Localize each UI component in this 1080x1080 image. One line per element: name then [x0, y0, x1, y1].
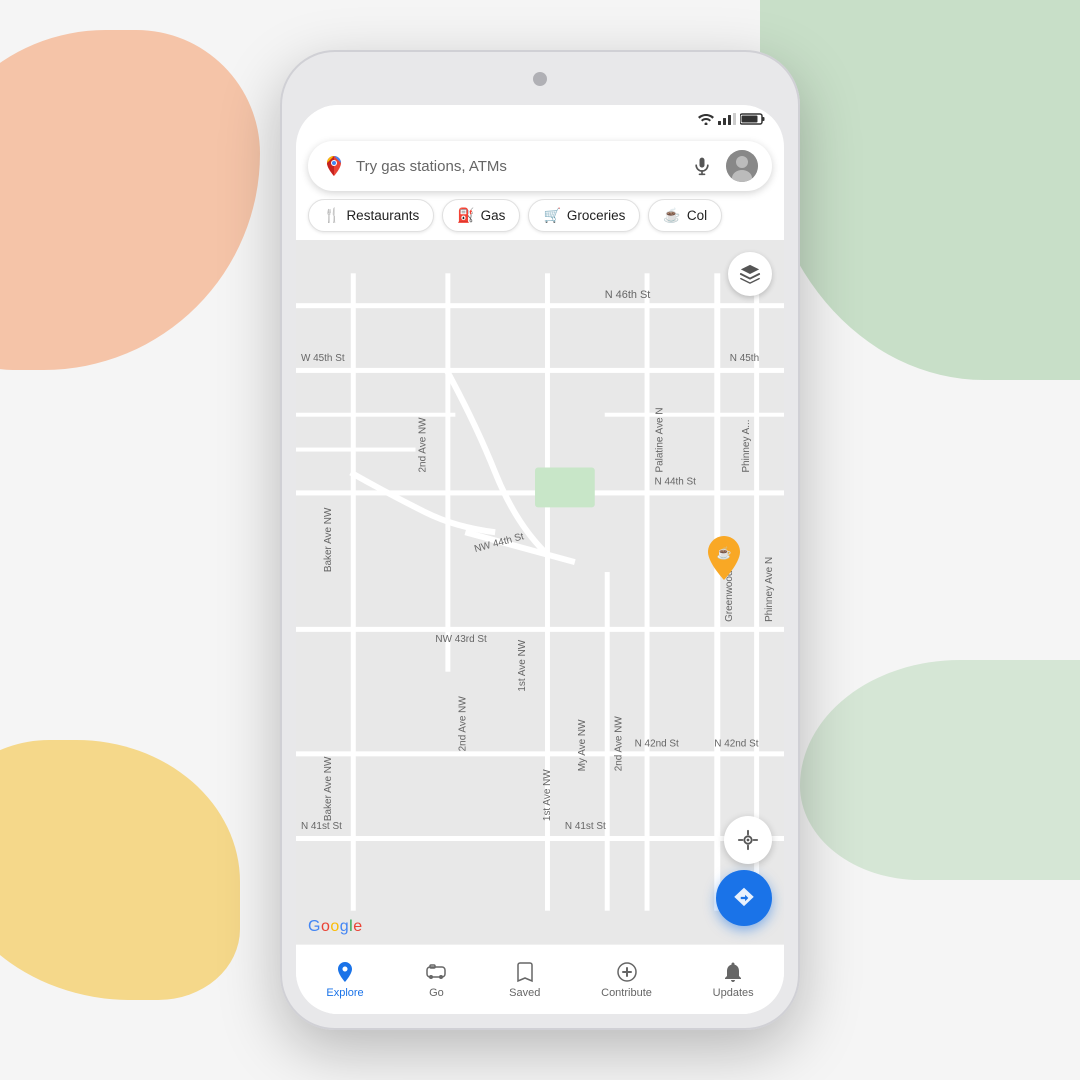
nav-item-updates[interactable]: Updates: [703, 956, 764, 1003]
bg-blob-green-right: [800, 660, 1080, 880]
groceries-icon: 🛒: [543, 207, 560, 224]
coffee-pin[interactable]: ☕: [706, 536, 742, 585]
directions-icon: [731, 885, 757, 911]
chip-groceries[interactable]: 🛒 Groceries: [528, 199, 640, 232]
battery-icon: [740, 113, 766, 125]
svg-text:W 45th St: W 45th St: [301, 353, 345, 364]
layer-switcher-button[interactable]: [728, 252, 772, 296]
go-icon: [424, 960, 448, 984]
chip-gas[interactable]: ⛽ Gas: [442, 199, 520, 232]
gas-icon: ⛽: [457, 207, 474, 224]
mic-icon: [692, 156, 712, 176]
svg-text:NW 43rd St: NW 43rd St: [435, 634, 487, 645]
explore-icon: [333, 960, 357, 984]
bg-blob-yellow: [0, 740, 240, 1000]
user-avatar[interactable]: [726, 150, 758, 182]
phone-frame: Try gas stations, ATMs 🍴: [280, 50, 800, 1030]
go-label: Go: [429, 987, 444, 999]
bg-blob-green-top: [760, 0, 1080, 380]
nav-item-go[interactable]: Go: [414, 956, 458, 1003]
google-maps-logo: [322, 154, 346, 178]
svg-text:1st Ave NW: 1st Ave NW: [517, 639, 528, 691]
microphone-button[interactable]: [688, 152, 716, 180]
explore-label: Explore: [326, 987, 363, 999]
svg-text:2nd Ave NW: 2nd Ave NW: [417, 417, 428, 473]
bottom-nav: Explore Go Saved: [296, 944, 784, 1014]
chip-groceries-label: Groceries: [567, 208, 626, 223]
my-location-button[interactable]: [724, 816, 772, 864]
directions-fab[interactable]: [716, 870, 772, 926]
layers-icon: [739, 263, 761, 285]
wifi-icon: [698, 113, 714, 125]
contribute-label: Contribute: [601, 987, 652, 999]
my-location-icon: [737, 829, 759, 851]
svg-text:N 42nd St: N 42nd St: [635, 738, 679, 749]
restaurants-icon: 🍴: [323, 207, 340, 224]
updates-label: Updates: [713, 987, 754, 999]
search-bar[interactable]: Try gas stations, ATMs: [308, 141, 772, 191]
svg-text:Baker Ave NW: Baker Ave NW: [323, 507, 334, 572]
search-placeholder-text: Try gas stations, ATMs: [356, 158, 678, 175]
category-chips: 🍴 Restaurants ⛽ Gas 🛒 Groceries ☕ Col: [296, 199, 784, 240]
status-bar: [296, 105, 784, 133]
bg-blob-orange: [0, 30, 260, 370]
map-area[interactable]: N 46th St W 45th St N 45th N 44th St NW …: [296, 240, 784, 944]
svg-text:My Ave NW: My Ave NW: [577, 719, 588, 771]
nav-item-saved[interactable]: Saved: [499, 956, 550, 1003]
svg-text:Palatine Ave N: Palatine Ave N: [654, 407, 665, 472]
chip-coffee-label: Col: [687, 208, 707, 223]
svg-text:Phinney A...: Phinney A...: [741, 419, 752, 472]
status-icons: [698, 113, 766, 125]
phone-screen: Try gas stations, ATMs 🍴: [296, 105, 784, 1014]
map-svg: N 46th St W 45th St N 45th N 44th St NW …: [296, 240, 784, 944]
svg-text:☕: ☕: [717, 545, 732, 560]
signal-icon: [718, 113, 736, 125]
svg-text:Baker Ave NW: Baker Ave NW: [323, 756, 334, 821]
camera-notch: [533, 72, 547, 86]
svg-text:N 44th St: N 44th St: [655, 476, 697, 487]
updates-icon: [721, 960, 745, 984]
svg-text:2nd Ave NW: 2nd Ave NW: [614, 716, 625, 772]
saved-icon: [513, 960, 537, 984]
svg-text:N 41st St: N 41st St: [301, 821, 342, 832]
svg-text:1st Ave NW: 1st Ave NW: [542, 769, 553, 821]
saved-label: Saved: [509, 987, 540, 999]
google-watermark: Google: [308, 918, 363, 936]
chip-coffee[interactable]: ☕ Col: [648, 199, 722, 232]
svg-text:N 42nd St: N 42nd St: [714, 738, 758, 749]
coffee-chip-icon: ☕: [663, 207, 680, 224]
contribute-icon: [615, 960, 639, 984]
svg-text:N 41st St: N 41st St: [565, 821, 606, 832]
chip-restaurants-label: Restaurants: [346, 208, 419, 223]
nav-item-explore[interactable]: Explore: [316, 956, 373, 1003]
svg-text:N 46th St: N 46th St: [605, 289, 651, 301]
svg-text:2nd Ave NW: 2nd Ave NW: [457, 696, 468, 752]
chip-gas-label: Gas: [481, 208, 506, 223]
chip-restaurants[interactable]: 🍴 Restaurants: [308, 199, 434, 232]
svg-text:N 45th: N 45th: [730, 353, 759, 364]
svg-text:Phinney Ave N: Phinney Ave N: [764, 557, 775, 622]
nav-item-contribute[interactable]: Contribute: [591, 956, 662, 1003]
